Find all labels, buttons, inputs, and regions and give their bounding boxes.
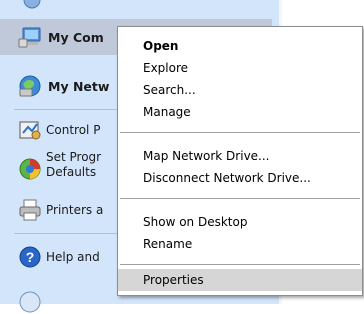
sidebar-item-label: Help and [46, 250, 100, 264]
menu-item-label: Explore [143, 61, 189, 75]
partial-top-icon [23, 0, 41, 9]
menu-item-label: Map Network Drive... [143, 149, 270, 163]
sidebar-item-label-line2: Defaults [46, 165, 97, 179]
menu-separator [120, 198, 360, 199]
menu-item-properties[interactable]: Properties [118, 269, 362, 291]
sidebar-item-label: My Netw [48, 78, 110, 94]
menu-separator [120, 264, 360, 265]
set-program-defaults-icon [19, 158, 41, 180]
menu-item-label: Disconnect Network Drive... [143, 171, 311, 185]
menu-item-label: Search... [143, 83, 196, 97]
menu-item-label: Manage [143, 105, 191, 119]
help-icon: ? [19, 246, 41, 268]
menu-item-manage[interactable]: Manage [118, 101, 362, 123]
menu-separator [120, 132, 360, 133]
sidebar-item-label: My Com [48, 29, 104, 45]
control-panel-icon [19, 121, 41, 140]
menu-item-open[interactable]: Open [118, 35, 362, 57]
context-menu: Open Explore Search... Manage Map Networ… [117, 26, 363, 296]
menu-item-label: Rename [143, 237, 193, 251]
menu-item-search[interactable]: Search... [118, 79, 362, 101]
menu-item-disconnect-network-drive[interactable]: Disconnect Network Drive... [118, 167, 362, 189]
menu-item-label: Properties [143, 273, 204, 287]
menu-item-explore[interactable]: Explore [118, 57, 362, 79]
my-computer-icon [18, 27, 41, 48]
menu-item-map-network-drive[interactable]: Map Network Drive... [118, 145, 362, 167]
set-program-defaults-label: Set Progr Defaults [46, 150, 101, 180]
svg-text:?: ? [26, 249, 35, 265]
sidebar-item-label: Set Progr [46, 150, 102, 164]
menu-item-label: Show on Desktop [143, 215, 248, 229]
partial-bottom-icon [19, 291, 41, 313]
my-network-icon [19, 75, 41, 97]
menu-item-show-on-desktop[interactable]: Show on Desktop [118, 211, 362, 233]
printers-icon [19, 199, 41, 221]
sidebar-item-label: Control P [46, 123, 101, 137]
menu-item-rename[interactable]: Rename [118, 233, 362, 255]
menu-item-label: Open [143, 39, 179, 53]
sidebar-item-label: Printers a [46, 203, 104, 217]
